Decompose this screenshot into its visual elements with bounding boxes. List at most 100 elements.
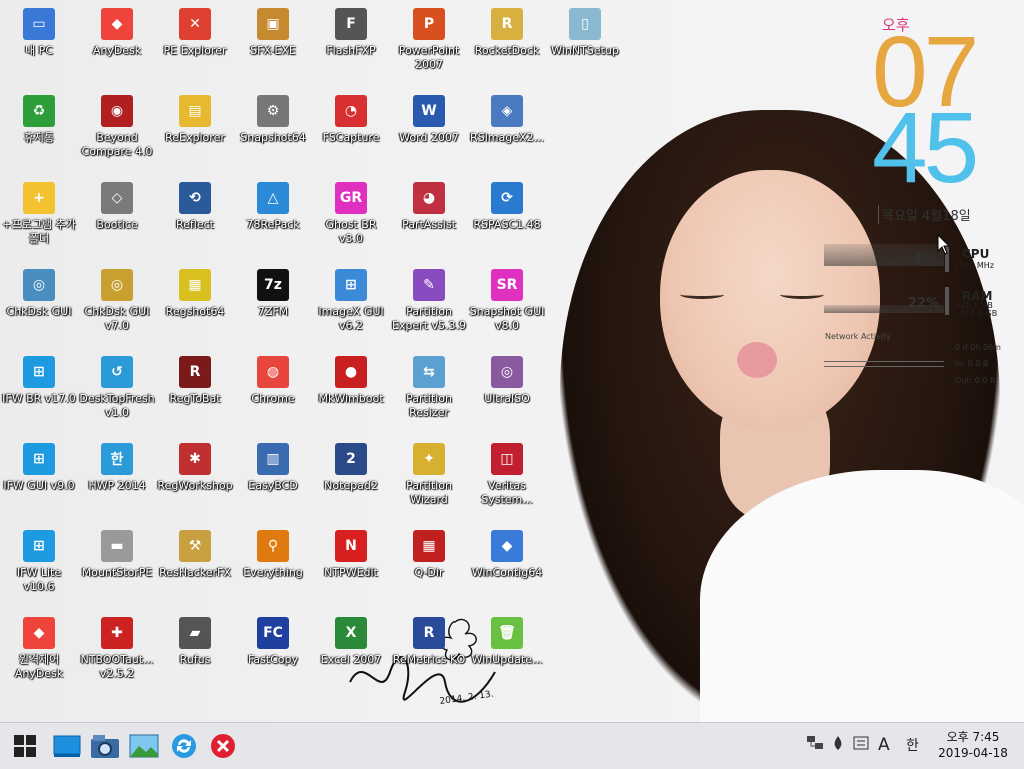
trash-green-icon: 🗑 — [491, 617, 523, 649]
desktop-icon-reshacker[interactable]: ⚒ ResHackerFX — [156, 522, 234, 580]
desktop-icon-label: RegWorkshop — [157, 479, 233, 492]
desktop-icon-winntsetup[interactable]: ▯ WinNTSetup — [546, 0, 624, 58]
desktop-icon-monitor[interactable]: ▭ 내 PC — [0, 0, 78, 58]
tray-keyboard-icon[interactable] — [853, 735, 869, 755]
desktop-icon-package[interactable]: ▣ SFX-EXE — [234, 0, 312, 58]
desktop-icon-recycle-bin[interactable]: ♻ 휴지통 — [0, 87, 78, 145]
desktop-icon-drive[interactable]: ▬ MountStorPE — [78, 522, 156, 580]
taskbar-clock[interactable]: 오후 7:45 2019-04-18 — [938, 729, 1008, 761]
desktop-icon-label: 원격제어 AnyDesk — [14, 653, 64, 680]
ime-language[interactable]: 한 — [906, 735, 919, 755]
taskbar-close-button[interactable] — [208, 731, 238, 761]
ntpwedit-icon: N — [335, 530, 367, 562]
desktop-icon-word[interactable]: W Word 2007 — [390, 87, 468, 145]
desktop-icon-rocketdock[interactable]: R RocketDock — [468, 0, 546, 58]
desktop-icon-usb-drive[interactable]: ▰ Rufus — [156, 609, 234, 667]
start-button[interactable] — [10, 731, 40, 761]
recycle-bin-icon: ♻ — [23, 95, 55, 127]
ladybug-icon: ● — [335, 356, 367, 388]
desktop-icon-q-dir[interactable]: ▦ Q-Dir — [390, 522, 468, 580]
disc-icon: ◎ — [491, 356, 523, 388]
desktop-icon-label: ResHackerFX — [159, 566, 231, 579]
desktop-icon-windows-tile[interactable]: ⊞ IFW Lite v10.6 — [0, 522, 78, 594]
desktop-icon-partassist[interactable]: ◕ PartAssist — [390, 174, 468, 232]
desktop-icon-ntpwedit[interactable]: N NTPWEdit — [312, 522, 390, 580]
desktop-icon-label: Snapshot GUI v8.0 — [469, 305, 545, 332]
desktop-icon-pe-explorer[interactable]: ✕ PE Explorer — [156, 0, 234, 58]
desktop-icon-disk-check[interactable]: ◎ ChkDsk GUI — [0, 261, 78, 319]
desktop-icon-notepad2[interactable]: 2 Notepad2 — [312, 435, 390, 493]
desktop-icon-excel[interactable]: X Excel 2007 — [312, 609, 390, 667]
disk-check-icon: ◎ — [101, 269, 133, 301]
desktop-icon-beyond-compare[interactable]: ◉ Beyond Compare 4.0 — [78, 87, 156, 159]
desktop-icon-partition-resizer[interactable]: ⇆ Partition Resizer — [390, 348, 468, 420]
desktop-icon-ladybug[interactable]: ● MkWimboot — [312, 348, 390, 406]
q-dir-icon: ▦ — [413, 530, 445, 562]
desktop-icon-ghost-br[interactable]: GR Ghost BR v3.0 — [312, 174, 390, 246]
desktop-icon-label: EasyBCD — [248, 479, 298, 492]
desktop[interactable]: 2014. 2. 13. ▭ 내 PC ♻ 휴지통 + +프로그램 추가 폴더 ◎ ChkDs… — [0, 0, 1024, 722]
snapshot-gui-icon: SR — [491, 269, 523, 301]
hwp-icon: 한 — [101, 443, 133, 475]
desktop-icon-anydesk[interactable]: ◆ 원격제어 AnyDesk — [0, 609, 78, 681]
desktop-icon-label: Beyond Compare 4.0 — [81, 131, 153, 158]
pe-explorer-icon: ✕ — [179, 8, 211, 40]
desktop-icon-easybcd[interactable]: ▥ EasyBCD — [234, 435, 312, 493]
desktop-icon-rsimagex[interactable]: ◈ RSImageX2... — [468, 87, 546, 145]
desktop-icon-windows-tile[interactable]: ⊞ IFW BR v17.0 — [0, 348, 78, 406]
desktop-icon-regworkshop[interactable]: ✱ RegWorkshop — [156, 435, 234, 493]
desktop-icon-label: PowerPoint 2007 — [398, 44, 460, 71]
desktop-icon-chrome[interactable]: ◍ Chrome — [234, 348, 312, 406]
beyond-compare-icon: ◉ — [101, 95, 133, 127]
desktop-icon-regshot[interactable]: ▦ Regshot64 — [156, 261, 234, 319]
desktop-icon-wincontig[interactable]: ◆ WinContig64 — [468, 522, 546, 580]
repack-icon: △ — [257, 182, 289, 214]
desktop-icon-trash-green[interactable]: 🗑 WinUpdate... — [468, 609, 546, 667]
desktop-icon-label: SFX-EXE — [250, 44, 296, 57]
desktop-icon-reflect[interactable]: ⟲ Reflect — [156, 174, 234, 232]
desktop-icon-powerpoint[interactable]: P PowerPoint 2007 — [390, 0, 468, 72]
taskbar-image-viewer-button[interactable] — [129, 731, 159, 761]
desktop-icon-regtobat[interactable]: R RegToBat — [156, 348, 234, 406]
desktop-icon-anydesk[interactable]: ◆ AnyDesk — [78, 0, 156, 58]
desktop-icon-folder-window[interactable]: ▤ ReExplorer — [156, 87, 234, 145]
desktop-icon-snapshot-gui[interactable]: SR Snapshot GUI v8.0 — [468, 261, 546, 333]
desktop-icon-flashfxp[interactable]: F FlashFXP — [312, 0, 390, 58]
desktop-icon-disk-check[interactable]: ◎ ChkDsk GUI v7.0 — [78, 261, 156, 333]
desktop-icon-partition-wizard[interactable]: ✦ Partition Wizard — [390, 435, 468, 507]
desktop-icon-rspasc[interactable]: ⟳ RSPASC1.48 — [468, 174, 546, 232]
desktop-icon-bootice[interactable]: ◇ Bootice — [78, 174, 156, 232]
desktop-icon-remetrics[interactable]: R ReMetrics KO — [390, 609, 468, 667]
tray-network-icon[interactable] — [806, 735, 824, 755]
desktop-icon-hwp[interactable]: 한 HWP 2014 — [78, 435, 156, 493]
desktop-icon-fscapture[interactable]: ◔ FSCapture — [312, 87, 390, 145]
desktop-icon-label: RegToBat — [169, 392, 221, 405]
desktop-icon-veritas[interactable]: ◫ Veritas System... — [468, 435, 546, 507]
desktop-icon-windows-flag[interactable]: ⊞ ImageX GUI v6.2 — [312, 261, 390, 333]
desktop-icon-refresh-arrow[interactable]: ↺ DeskTopFresh v1.0 — [78, 348, 156, 420]
desktop-icon-toolbox[interactable]: ✚ NTBOOTaut... v2.5.2 — [78, 609, 156, 681]
ram-total: of 4.2 GB — [960, 309, 998, 318]
desktop-icon-label: IFW GUI v9.0 — [3, 479, 75, 492]
clock-date: 목요일 4월18일 — [878, 205, 971, 224]
desktop-icon-label: FSCapture — [322, 131, 380, 144]
reflect-icon: ⟲ — [179, 182, 211, 214]
desktop-icon-windows-tile[interactable]: ⊞ IFW GUI v9.0 — [0, 435, 78, 493]
desktop-icon-disc[interactable]: ◎ UltraISO — [468, 348, 546, 406]
desktop-icon-snapshot[interactable]: ⚙ Snapshot64 — [234, 87, 312, 145]
desktop-icon-repack[interactable]: △ 78RePack — [234, 174, 312, 232]
tray-drop-icon[interactable] — [832, 735, 844, 755]
desktop-icon-magnifier[interactable]: ⚲ Everything — [234, 522, 312, 580]
desktop-icon-partition-expert[interactable]: ✎ Partition Expert v5.3.9 — [390, 261, 468, 333]
taskbar-sync-button[interactable] — [169, 731, 199, 761]
fastcopy-icon: FC — [257, 617, 289, 649]
toolbox-icon: ✚ — [101, 617, 133, 649]
taskbar-desktop-button[interactable] — [52, 731, 82, 761]
desktop-icon-seven-zip[interactable]: 7z 7ZFM — [234, 261, 312, 319]
desktop-icon-fastcopy[interactable]: FC FastCopy — [234, 609, 312, 667]
desktop-icon-folder-add[interactable]: + +프로그램 추가 폴더 — [0, 174, 78, 246]
folder-add-icon: + — [23, 182, 55, 214]
ram-bar — [945, 287, 949, 315]
ime-mode[interactable]: A — [878, 735, 890, 755]
taskbar-explorer-button[interactable] — [90, 731, 120, 761]
